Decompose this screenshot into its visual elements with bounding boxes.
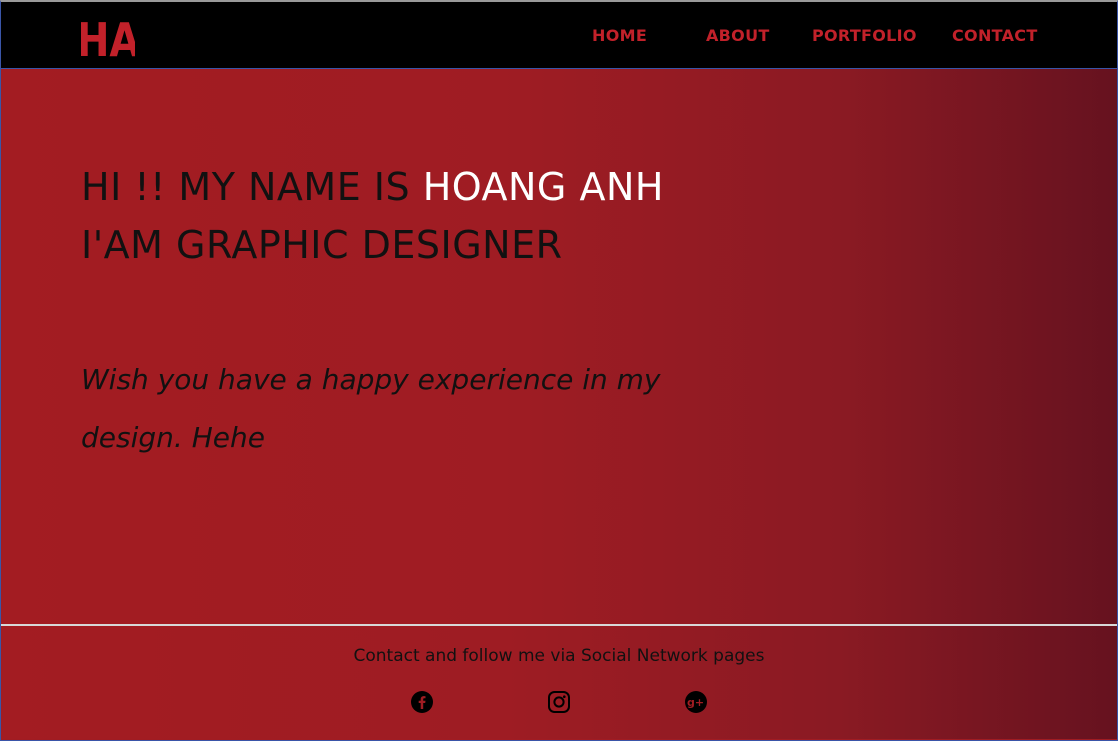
nav-home[interactable]: HOME	[592, 26, 647, 50]
hero-tagline-line2: design. Hehe	[81, 421, 265, 454]
google-plus-icon: g+	[685, 691, 707, 713]
hero-role: I'AM GRAPHIC DESIGNER	[81, 223, 563, 267]
google-plus-link[interactable]: g+	[684, 690, 708, 714]
logo[interactable]: HA	[77, 10, 140, 68]
nav-about[interactable]: ABOUT	[706, 26, 770, 50]
hero-heading-line1: HI !! MY NAME IS HOANG ANH	[81, 165, 664, 209]
nav-contact[interactable]: CONTACT	[952, 26, 1038, 50]
footer: Contact and follow me via Social Network…	[1, 626, 1117, 739]
top-navigation-bar: HA HOME ABOUT PORTFOLIO CONTACT	[1, 2, 1117, 69]
facebook-icon	[411, 691, 433, 713]
hero-tagline-line1: Wish you have a happy experience in my	[81, 363, 661, 396]
svg-text:g+: g+	[687, 696, 704, 709]
nav-portfolio[interactable]: PORTFOLIO	[812, 26, 917, 50]
facebook-link[interactable]	[410, 690, 434, 714]
hero-name: HOANG ANH	[422, 165, 664, 209]
instagram-link[interactable]	[547, 690, 571, 714]
logo-mark: HA	[77, 14, 140, 68]
hero-section: HI !! MY NAME IS HOANG ANH I'AM GRAPHIC …	[1, 69, 1117, 625]
logo-text: HA	[81, 14, 135, 62]
contact-text: Contact and follow me via Social Network…	[353, 646, 765, 666]
hero-greeting: HI !! MY NAME IS	[81, 165, 423, 209]
instagram-icon	[548, 691, 570, 713]
